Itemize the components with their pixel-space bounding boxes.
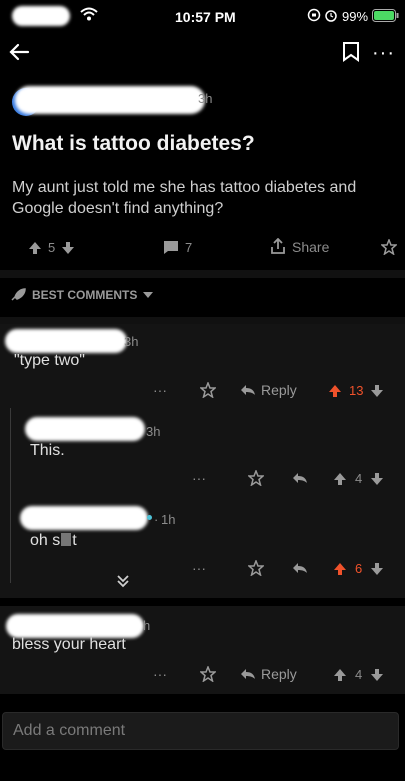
bookmark-icon[interactable]: [342, 41, 360, 68]
back-arrow-icon[interactable]: [8, 42, 30, 67]
vote-count: 4: [355, 667, 363, 682]
status-time: 10:57 PM: [175, 9, 236, 25]
alarm-icon: [324, 8, 338, 27]
comment-author-redaction: [20, 506, 148, 530]
reply-icon: [240, 384, 256, 396]
battery-percent: 99%: [342, 9, 369, 24]
upvote-icon[interactable]: [28, 241, 42, 255]
post-comment-count: 7: [185, 240, 193, 255]
comment-author-redaction: [5, 329, 127, 353]
comment-time: 3h: [124, 334, 139, 349]
comment-vote-group: 6: [333, 561, 384, 576]
post-body: My aunt just told me she has tattoo diab…: [12, 179, 357, 217]
more-icon[interactable]: ···: [153, 666, 193, 682]
downvote-icon[interactable]: [370, 668, 384, 682]
comment-sort-button[interactable]: BEST COMMENTS: [10, 288, 154, 302]
award-icon[interactable]: [232, 560, 280, 576]
post-share-button[interactable]: Share: [270, 238, 329, 255]
upvote-icon[interactable]: [328, 384, 342, 398]
comment-composer: [0, 700, 405, 781]
status-bar: 10:57 PM 99%: [0, 0, 405, 36]
chevron-down-icon: [143, 291, 154, 299]
more-icon[interactable]: ···: [192, 560, 232, 576]
comment-text: oh st: [30, 532, 77, 549]
upvote-icon[interactable]: [333, 472, 347, 486]
post-upvote-count: 5: [48, 240, 56, 255]
award-icon[interactable]: [193, 382, 223, 398]
carrier-redaction: [12, 6, 70, 26]
divider: [0, 270, 405, 278]
add-comment-input[interactable]: [2, 712, 399, 750]
sort-label: BEST COMMENTS: [32, 288, 138, 302]
rocket-icon: [10, 288, 26, 302]
post-title[interactable]: What is tattoo diabetes?: [12, 132, 255, 156]
censor-block: [61, 533, 72, 546]
reply-button[interactable]: Reply: [240, 382, 297, 398]
vote-count: 13: [349, 383, 364, 398]
thread-line: [10, 408, 11, 583]
upvote-icon[interactable]: [333, 668, 347, 682]
more-icon[interactable]: ···: [192, 470, 232, 486]
comment-actions: ···: [192, 560, 320, 576]
reply-label: Reply: [261, 382, 297, 398]
comment-author-redaction: [25, 417, 145, 441]
vote-count: 4: [355, 471, 363, 486]
award-icon[interactable]: [232, 470, 280, 486]
more-icon[interactable]: ···: [372, 42, 395, 65]
post: 3h What is tattoo diabetes? My aunt just…: [0, 80, 405, 270]
reply-button[interactable]: Reply: [240, 666, 297, 682]
award-icon[interactable]: [193, 666, 223, 682]
upvote-icon[interactable]: [333, 562, 347, 576]
comment-text: This.: [30, 442, 65, 459]
share-label: Share: [292, 238, 330, 255]
divider: [0, 598, 405, 606]
comment-time: 3h: [146, 424, 161, 439]
more-icon[interactable]: ···: [153, 382, 193, 398]
comment-text: "type two": [14, 352, 85, 369]
downvote-icon[interactable]: [370, 472, 384, 486]
downvote-icon[interactable]: [61, 241, 75, 255]
comment-vote-group: 4: [333, 667, 384, 682]
divider: [0, 317, 405, 324]
comment-text: bless your heart: [12, 636, 126, 653]
user-flair-dot: [147, 515, 152, 520]
award-icon[interactable]: [381, 239, 397, 255]
wifi-icon: [80, 7, 98, 26]
comment-actions: ···: [153, 382, 223, 398]
reply-icon[interactable]: [280, 472, 320, 484]
downvote-icon[interactable]: [370, 384, 384, 398]
battery-icon: [372, 9, 400, 28]
comment-author-redaction: [6, 614, 144, 638]
post-vote-group: 5: [28, 240, 75, 255]
reply-icon[interactable]: [280, 562, 320, 574]
share-icon: [270, 238, 286, 255]
reply-label: Reply: [261, 666, 297, 682]
reply-icon: [240, 668, 256, 680]
rotation-lock-icon: [307, 8, 321, 27]
comment-actions: ···: [192, 470, 320, 486]
comment-vote-group: 13: [328, 383, 384, 398]
comment-time: ·: [154, 512, 159, 527]
downvote-icon[interactable]: [370, 562, 384, 576]
comment-time: h: [143, 618, 151, 633]
comment-actions: ···: [153, 666, 223, 682]
post-time: 3h: [198, 91, 213, 106]
author-redaction: [15, 86, 205, 114]
comment-icon: [163, 240, 179, 255]
comment-time: 1h: [161, 512, 176, 527]
post-comments-button[interactable]: 7: [163, 240, 192, 255]
comment-vote-group: 4: [333, 471, 384, 486]
collapse-icon[interactable]: [116, 574, 130, 588]
top-nav: ···: [0, 36, 405, 76]
vote-count: 6: [355, 561, 363, 576]
